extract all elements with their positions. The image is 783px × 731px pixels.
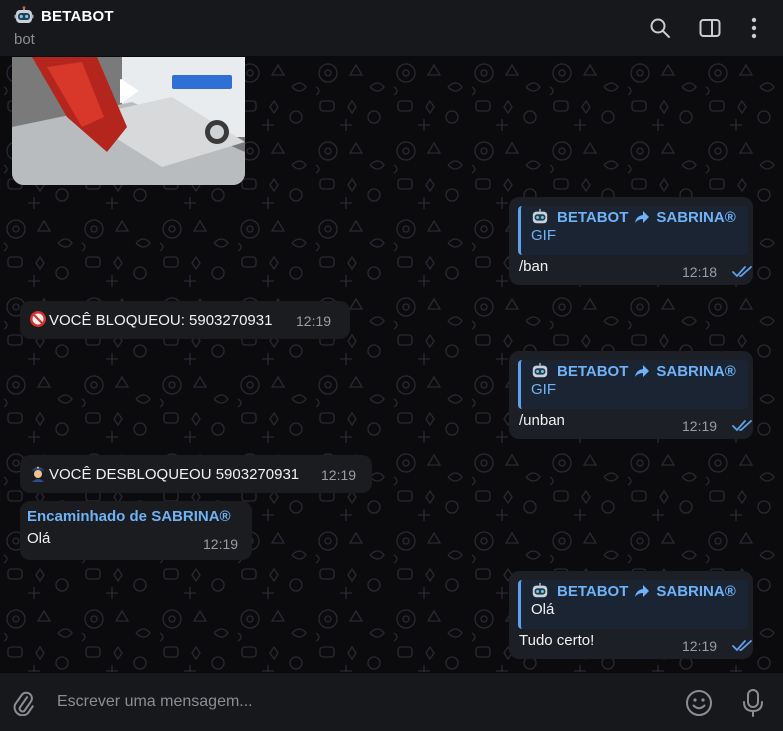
message-text: Tudo certo! bbox=[519, 632, 595, 649]
message-text: /unban bbox=[519, 412, 565, 429]
message-time: 12:19 bbox=[682, 638, 718, 654]
incoming-message[interactable]: VOCÊ DESBLOQUEOU 5903270931 12:19 bbox=[20, 455, 372, 493]
reply-quoted-text: Olá bbox=[531, 601, 555, 618]
message-time: 12:19 bbox=[682, 418, 718, 434]
message-text: VOCÊ BLOQUEOU: 5903270931 bbox=[49, 312, 273, 329]
search-icon bbox=[650, 18, 670, 38]
robot-emoji-icon bbox=[532, 208, 548, 224]
outgoing-message[interactable]: BETABOT SABRINA® GIF /unban 12:19 bbox=[509, 351, 753, 439]
chat-header: BETABOT bot bbox=[0, 0, 783, 57]
reply-from: BETABOT bbox=[557, 362, 629, 380]
forward-arrow-icon bbox=[635, 585, 650, 597]
reply-quote[interactable]: BETABOT SABRINA® GIF bbox=[518, 360, 748, 409]
attach-icon[interactable] bbox=[10, 690, 36, 716]
telegram-window: BETABOT bot BETABOT SABRINA® GIF /ban 12… bbox=[0, 0, 783, 731]
message-time: 12:19 bbox=[203, 536, 239, 552]
chat-status: bot bbox=[14, 31, 35, 48]
no-entry-emoji-icon bbox=[30, 311, 46, 327]
read-checks-icon bbox=[732, 420, 752, 432]
play-icon[interactable] bbox=[118, 77, 140, 105]
chat-title[interactable]: BETABOT bbox=[14, 6, 114, 26]
reply-to: SABRINA® bbox=[656, 362, 736, 380]
forward-arrow-icon bbox=[635, 365, 650, 377]
read-checks-icon bbox=[732, 266, 752, 278]
message-time: 12:18 bbox=[682, 264, 718, 280]
message-text: /ban bbox=[519, 258, 549, 275]
mic-icon[interactable] bbox=[741, 688, 765, 718]
robot-emoji-icon bbox=[14, 6, 34, 23]
forward-arrow-icon bbox=[635, 211, 650, 223]
sidebar-toggle-icon bbox=[699, 19, 721, 37]
message-time: 12:19 bbox=[321, 467, 357, 483]
reply-to: SABRINA® bbox=[656, 582, 736, 600]
reply-to: SABRINA® bbox=[656, 208, 736, 226]
robot-emoji-icon bbox=[532, 362, 548, 378]
reply-quote[interactable]: BETABOT SABRINA® GIF bbox=[518, 206, 748, 255]
emoji-icon[interactable] bbox=[684, 688, 714, 718]
message-time: 12:19 bbox=[296, 313, 332, 329]
message-text: VOCÊ DESBLOQUEOU 5903270931 bbox=[49, 466, 300, 483]
police-officer-emoji-icon bbox=[32, 466, 44, 482]
message-text: Olá bbox=[27, 530, 51, 547]
reply-quoted-text: GIF bbox=[531, 227, 556, 244]
video-message[interactable] bbox=[12, 57, 245, 185]
reply-quote[interactable]: BETABOT SABRINA® Olá bbox=[518, 580, 748, 629]
robot-emoji-icon bbox=[532, 582, 548, 598]
search-button[interactable] bbox=[646, 14, 674, 42]
incoming-forwarded-message[interactable]: Encaminhado de SABRINA® Olá 12:19 bbox=[20, 501, 252, 560]
reply-from: BETABOT bbox=[557, 208, 629, 226]
outgoing-message[interactable]: BETABOT SABRINA® GIF /ban 12:18 bbox=[509, 197, 753, 285]
forwarded-from-label[interactable]: Encaminhado de SABRINA® bbox=[27, 508, 231, 525]
more-icon bbox=[751, 17, 757, 39]
message-list[interactable]: BETABOT SABRINA® GIF /ban 12:18 VOCÊ BLO… bbox=[0, 57, 783, 672]
reply-quoted-text: GIF bbox=[531, 381, 556, 398]
more-button[interactable] bbox=[740, 14, 768, 42]
sidebar-toggle-button[interactable] bbox=[696, 14, 724, 42]
message-input[interactable] bbox=[50, 683, 650, 721]
compose-bar bbox=[0, 672, 783, 731]
reply-from: BETABOT bbox=[557, 582, 629, 600]
outgoing-message[interactable]: BETABOT SABRINA® Olá Tudo certo! 12:19 bbox=[509, 571, 753, 659]
incoming-message[interactable]: VOCÊ BLOQUEOU: 5903270931 12:19 bbox=[20, 301, 350, 339]
read-checks-icon bbox=[732, 640, 752, 652]
chat-name: BETABOT bbox=[41, 7, 114, 25]
